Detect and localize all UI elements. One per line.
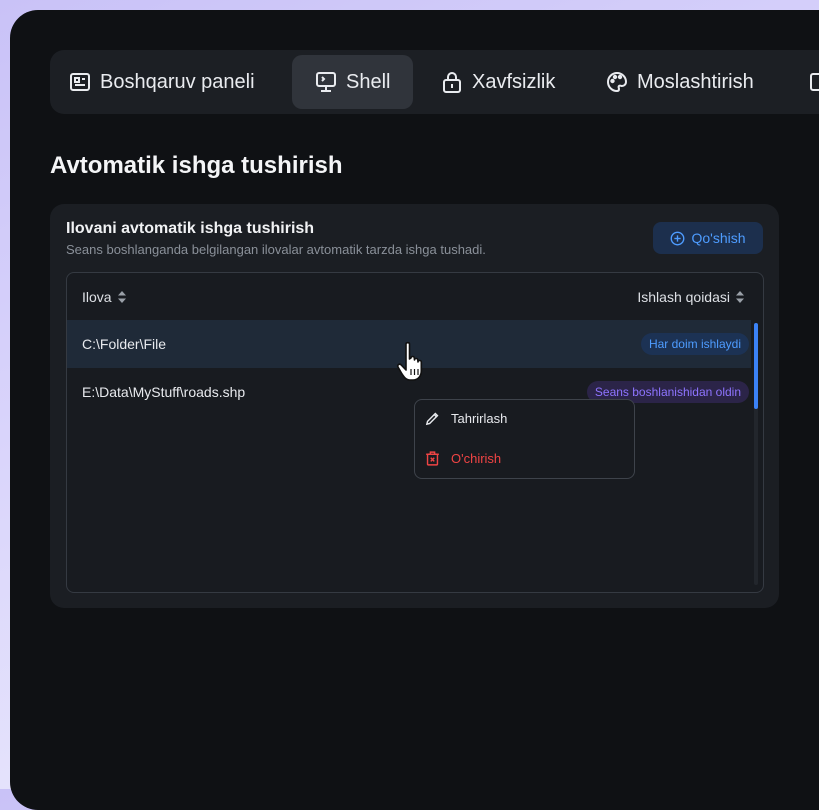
column-header-app[interactable]: Ilova bbox=[82, 289, 127, 305]
tab-label: Boshqaruv paneli bbox=[100, 70, 255, 93]
add-button-label: Qo'shish bbox=[691, 230, 746, 246]
context-menu: Tahrirlash O'chirish bbox=[414, 399, 635, 479]
delete-menu-item[interactable]: O'chirish bbox=[424, 446, 501, 470]
tab-bar: Boshqaruv paneli Shell Xavfsizlik Moslas… bbox=[50, 50, 819, 114]
row-path: E:\Data\MyStuff\roads.shp bbox=[82, 384, 246, 400]
plus-circle-icon bbox=[670, 231, 685, 246]
rule-badge: Har doim ishlaydi bbox=[640, 333, 749, 355]
hand-cursor-icon bbox=[396, 341, 430, 383]
trash-icon bbox=[424, 450, 441, 467]
scrollbar-thumb[interactable] bbox=[754, 323, 758, 409]
palette-icon bbox=[605, 70, 629, 94]
lock-icon bbox=[440, 70, 464, 94]
tab-shell[interactable]: Shell bbox=[292, 55, 413, 109]
window-icon bbox=[808, 70, 819, 94]
dashboard-icon bbox=[68, 70, 92, 94]
card-subtitle: Seans boshlanganda belgilangan ilovalar … bbox=[66, 242, 486, 257]
column-header-rule[interactable]: Ishlash qoidasi bbox=[637, 289, 745, 305]
tab-more[interactable] bbox=[808, 55, 819, 109]
card-title: Ilovani avtomatik ishga tushirish bbox=[66, 220, 315, 237]
page-title: Avtomatik ishga tushirish bbox=[50, 152, 343, 179]
sort-icon bbox=[735, 291, 745, 303]
tab-label: Xavfsizlik bbox=[472, 70, 556, 93]
tab-security[interactable]: Xavfsizlik bbox=[440, 55, 555, 109]
tab-dashboard[interactable]: Boshqaruv paneli bbox=[68, 55, 255, 109]
pencil-icon bbox=[424, 410, 441, 427]
edit-menu-item[interactable]: Tahrirlash bbox=[424, 406, 507, 430]
tab-label: Shell bbox=[346, 70, 391, 93]
sort-icon bbox=[117, 291, 127, 303]
add-button[interactable]: Qo'shish bbox=[653, 222, 763, 254]
tab-label: Moslashtirish bbox=[637, 70, 754, 93]
monitor-icon bbox=[314, 70, 338, 94]
row-path: C:\Folder\File bbox=[82, 336, 167, 352]
tab-customization[interactable]: Moslashtirish bbox=[605, 55, 754, 109]
